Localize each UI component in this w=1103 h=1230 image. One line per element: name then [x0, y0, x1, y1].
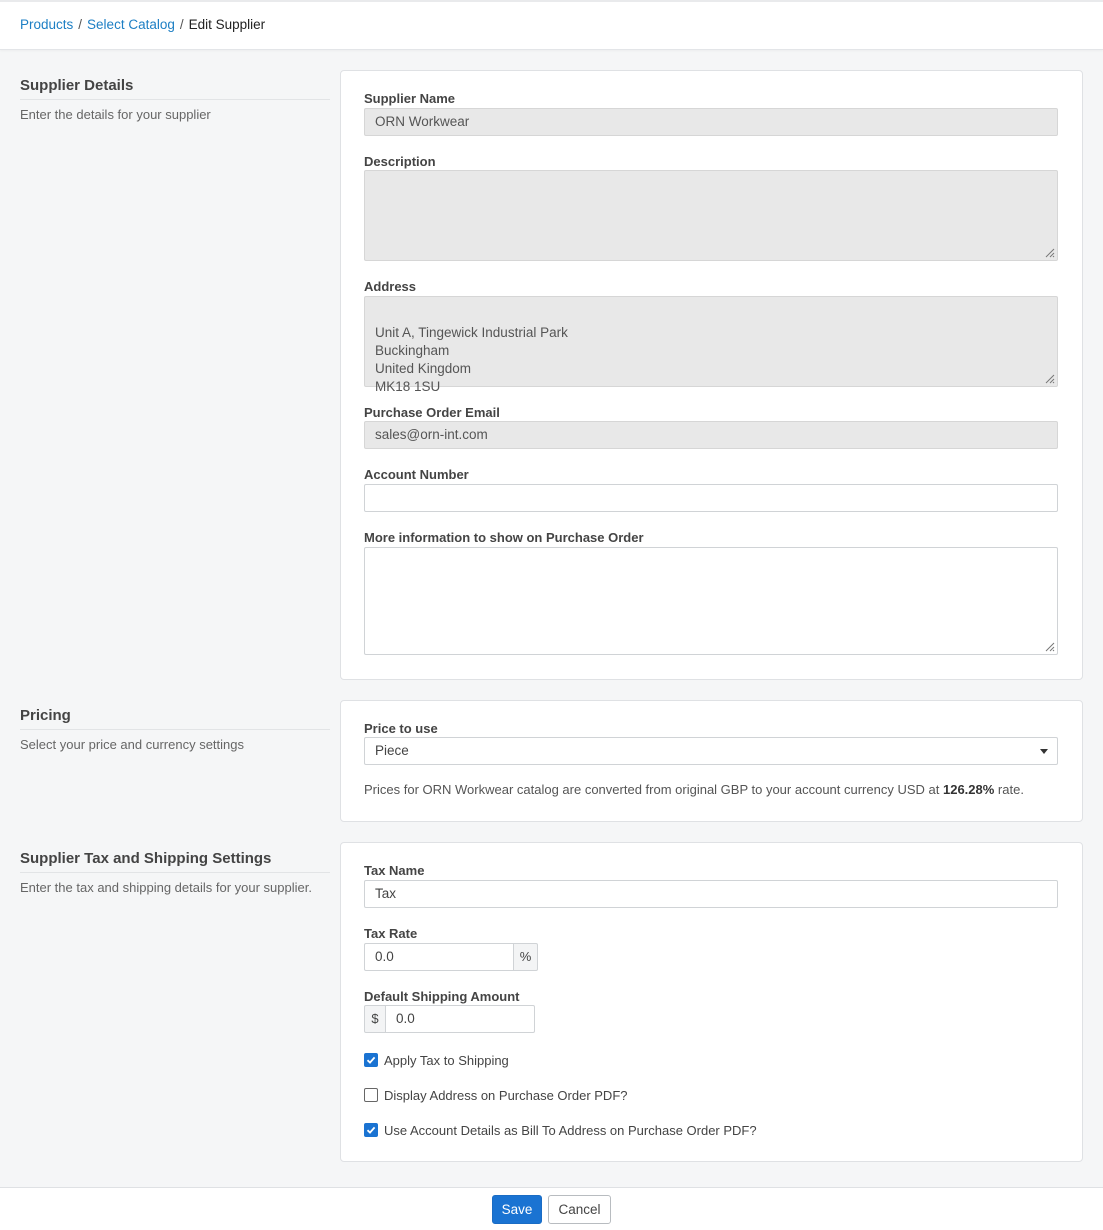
top-bar: Products / Select Catalog / Edit Supplier: [0, 0, 1103, 50]
resize-grip-icon[interactable]: [1043, 640, 1055, 652]
tax-name-input[interactable]: Tax: [364, 880, 1058, 908]
breadcrumb: Products / Select Catalog / Edit Supplier: [20, 17, 265, 32]
po-email-label: Purchase Order Email: [364, 405, 500, 420]
pricing-description: Select your price and currency settings: [20, 737, 244, 752]
breadcrumb-separator: /: [179, 17, 184, 32]
dollar-addon: $: [364, 1005, 386, 1033]
shipping-amount-label: Default Shipping Amount: [364, 989, 520, 1004]
breadcrumb-separator: /: [78, 17, 83, 32]
display-address-checkbox-row[interactable]: Display Address on Purchase Order PDF?: [364, 1087, 628, 1103]
note-suffix: rate.: [994, 782, 1024, 797]
supplier-details-title: Supplier Details: [20, 77, 330, 100]
currency-conversion-note: Prices for ORN Workwear catalog are conv…: [364, 782, 1024, 797]
note-rate: 126.28%: [942, 782, 995, 797]
supplier-details-description: Enter the details for your supplier: [20, 107, 211, 122]
price-to-use-label: Price to use: [364, 721, 438, 736]
more-info-label: More information to show on Purchase Ord…: [364, 530, 644, 545]
pricing-title: Pricing: [20, 707, 330, 730]
address-text: Unit A, Tingewick Industrial Park Buckin…: [375, 325, 568, 394]
price-to-use-value: Piece: [375, 743, 409, 758]
checkbox-checked[interactable]: [364, 1123, 378, 1137]
top-bar-shadow: [0, 0, 1103, 2]
tax-shipping-title: Supplier Tax and Shipping Settings: [20, 850, 330, 873]
po-email-input[interactable]: sales@orn-int.com: [364, 421, 1058, 449]
checkbox-checked[interactable]: [364, 1053, 378, 1067]
shipping-amount-input[interactable]: 0.0: [385, 1005, 535, 1033]
address-label: Address: [364, 279, 417, 294]
breadcrumb-products-link[interactable]: Products: [20, 17, 73, 32]
breadcrumb-current: Edit Supplier: [188, 17, 266, 32]
note-prefix: Prices for ORN Workwear catalog are conv…: [364, 782, 943, 797]
use-account-details-checkbox-row[interactable]: Use Account Details as Bill To Address o…: [364, 1122, 757, 1138]
checkbox-unchecked[interactable]: [364, 1088, 378, 1102]
address-textarea[interactable]: Unit A, Tingewick Industrial Park Buckin…: [364, 296, 1058, 394]
save-button[interactable]: Save: [492, 1195, 542, 1224]
account-number-input[interactable]: [364, 484, 1058, 512]
resize-grip-icon[interactable]: [1043, 246, 1055, 258]
supplier-name-label: Supplier Name: [364, 91, 456, 106]
description-textarea[interactable]: [364, 170, 1058, 261]
use-account-details-label: Use Account Details as Bill To Address o…: [384, 1122, 757, 1138]
percent-addon: %: [513, 943, 538, 971]
supplier-name-input[interactable]: ORN Workwear: [364, 108, 1058, 136]
apply-tax-to-shipping-label: Apply Tax to Shipping: [384, 1052, 509, 1068]
caret-down-icon: [1040, 749, 1048, 754]
tax-shipping-description: Enter the tax and shipping details for y…: [20, 880, 312, 895]
tax-rate-label: Tax Rate: [364, 926, 418, 941]
tax-name-label: Tax Name: [364, 863, 425, 878]
price-to-use-select[interactable]: Piece: [364, 737, 1058, 765]
description-label: Description: [364, 154, 436, 169]
checkmark-icon: [366, 1056, 376, 1064]
checkmark-icon: [366, 1126, 376, 1134]
account-number-label: Account Number: [364, 467, 469, 482]
display-address-label: Display Address on Purchase Order PDF?: [384, 1087, 628, 1103]
breadcrumb-select-catalog-link[interactable]: Select Catalog: [87, 17, 175, 32]
tax-rate-input[interactable]: 0.0: [364, 943, 514, 971]
apply-tax-to-shipping-checkbox-row[interactable]: Apply Tax to Shipping: [364, 1052, 509, 1068]
resize-grip-icon[interactable]: [1043, 372, 1055, 384]
more-info-textarea[interactable]: [364, 547, 1058, 655]
cancel-button[interactable]: Cancel: [548, 1195, 611, 1224]
